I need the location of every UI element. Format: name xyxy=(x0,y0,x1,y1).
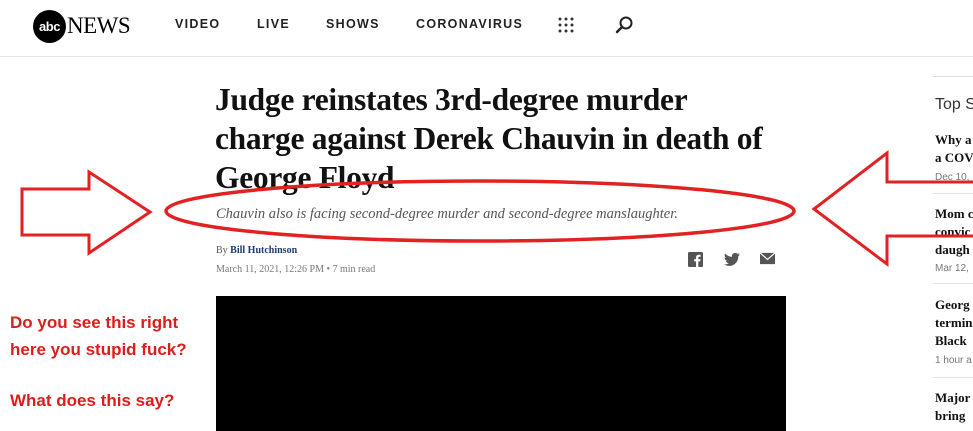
nav-live[interactable]: LIVE xyxy=(257,17,290,31)
top-story-date: Dec 10, xyxy=(935,172,970,183)
top-story-line: Major xyxy=(935,390,971,405)
read-time: • 7 min read xyxy=(326,264,376,275)
nav-coronavirus[interactable]: CORONAVIRUS xyxy=(416,17,523,31)
dateline: March 11, 2021, 12:26 PM • 7 min read xyxy=(216,264,375,275)
top-story-3[interactable]: Georg termin Black xyxy=(935,296,973,350)
top-story-line: Mom c xyxy=(935,206,973,221)
byline: By Bill Hutchinson xyxy=(216,245,297,256)
top-story-line: Black xyxy=(935,333,967,348)
top-navigation: abc NEWS VIDEO LIVE SHOWS CORONAVIRUS xyxy=(0,0,973,57)
top-stories-heading: Top S xyxy=(935,96,973,113)
search-icon[interactable] xyxy=(615,15,635,35)
nav-shows[interactable]: SHOWS xyxy=(326,17,380,31)
top-story-line: termin xyxy=(935,315,973,330)
logo-wordmark: NEWS xyxy=(67,13,131,38)
top-story-line: Georg xyxy=(935,297,970,312)
top-story-line: bring xyxy=(935,408,966,423)
sidebar-divider xyxy=(933,283,973,284)
nav-video[interactable]: VIDEO xyxy=(175,17,220,31)
right-pointing-arrow-icon xyxy=(20,169,153,256)
facebook-icon[interactable] xyxy=(688,252,703,267)
abc-news-logo[interactable]: abc NEWS xyxy=(33,8,131,44)
article-headline: Judge reinstates 3rd-degree murder charg… xyxy=(215,82,763,195)
top-story-line: a COV xyxy=(935,150,973,165)
grid-icon[interactable] xyxy=(557,16,575,34)
email-icon[interactable] xyxy=(760,252,775,265)
annotation-text-line3: What does this say? xyxy=(10,391,175,410)
author-link[interactable]: Bill Hutchinson xyxy=(230,245,297,256)
top-story-4[interactable]: Major bring xyxy=(935,389,973,425)
top-story-date: 1 hour a xyxy=(935,355,972,366)
top-story-line: daugh xyxy=(935,242,970,257)
top-story-line: convic xyxy=(935,224,971,239)
sidebar-divider xyxy=(933,193,973,194)
top-story-line: Why a xyxy=(935,132,972,147)
sidebar-divider xyxy=(933,377,973,378)
top-story-date: Mar 12, xyxy=(935,263,969,274)
top-story-1[interactable]: Why a a COV xyxy=(935,131,973,167)
publish-date: March 11, 2021, 12:26 PM xyxy=(216,264,324,275)
article-subheadline: Chauvin also is facing second-degree mur… xyxy=(216,206,678,222)
top-story-2[interactable]: Mom c convic daugh xyxy=(935,205,973,259)
logo-badge: abc xyxy=(33,9,66,43)
annotation-text-line2: here you stupid fuck? xyxy=(10,340,187,359)
annotation-text-line1: Do you see this right xyxy=(10,313,179,332)
video-player[interactable] xyxy=(216,296,786,431)
byline-prefix: By xyxy=(216,245,228,256)
twitter-icon[interactable] xyxy=(724,252,740,267)
sidebar-top-rule xyxy=(933,76,973,77)
